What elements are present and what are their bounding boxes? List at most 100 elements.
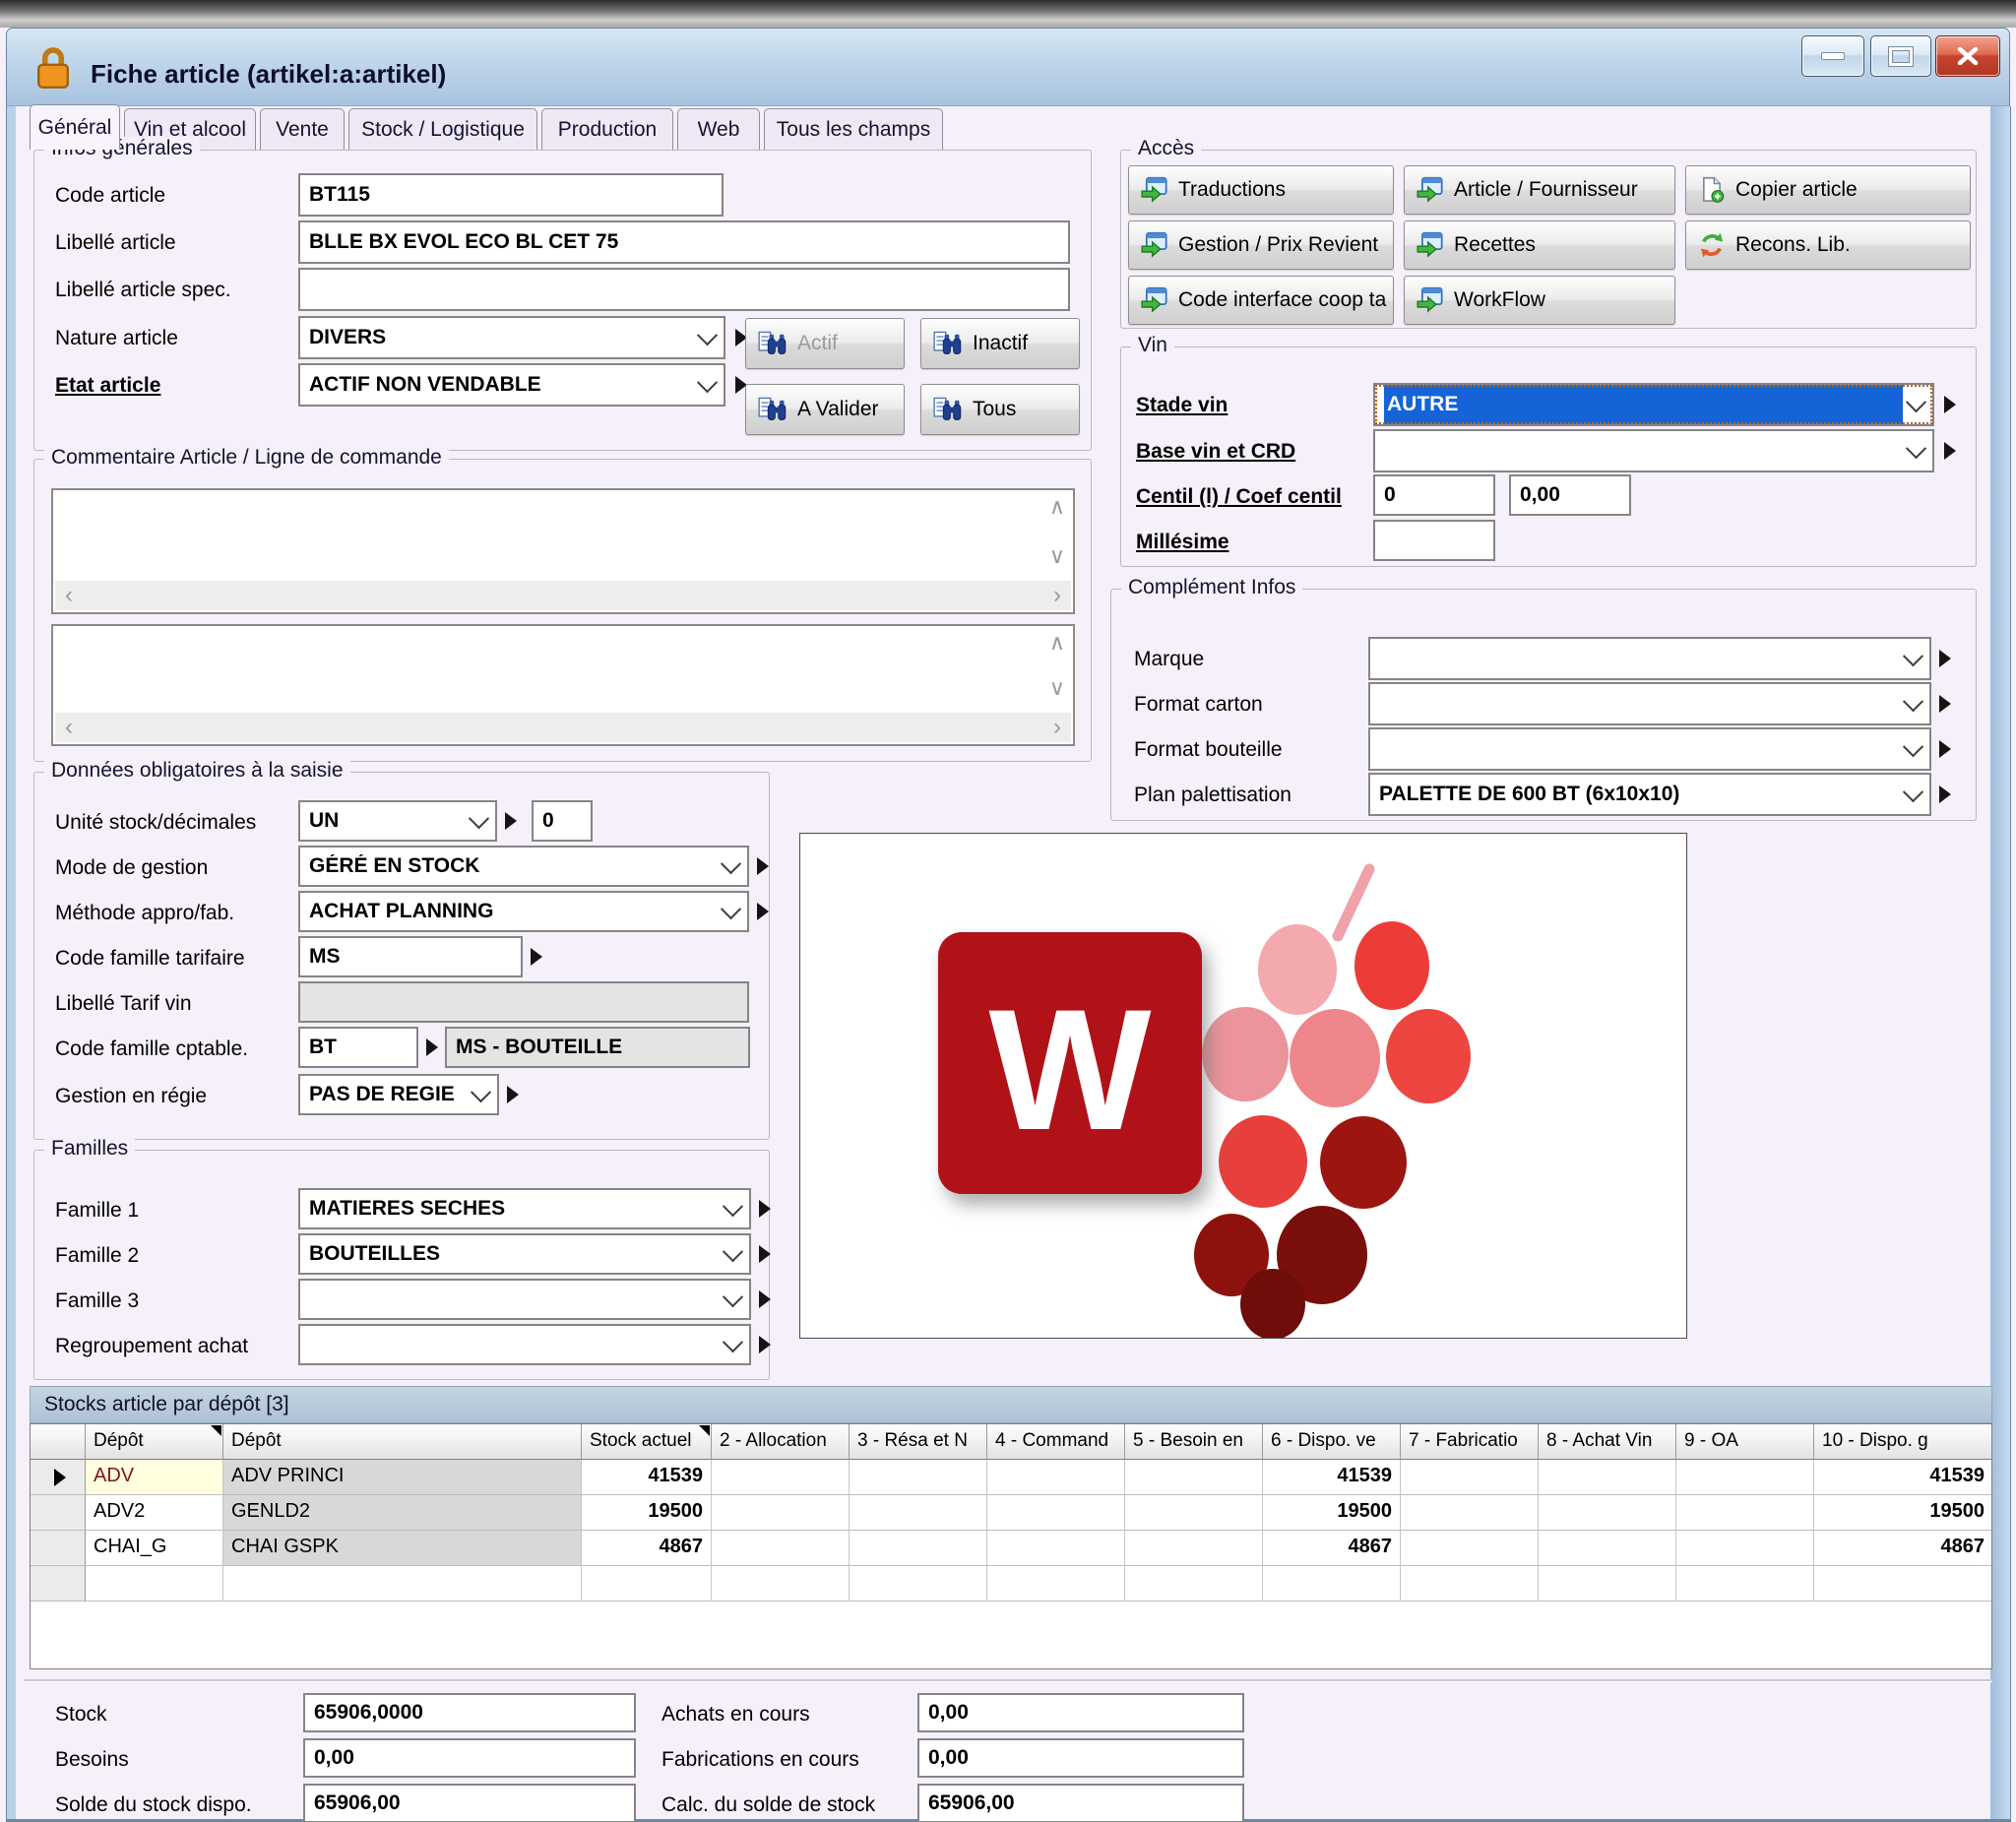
gestion-prix-revient-button[interactable]: Gestion / Prix Revient — [1128, 220, 1394, 270]
header-commande[interactable]: 4 - Command — [987, 1424, 1125, 1460]
code-interface-coop-button[interactable]: Code interface coop ta — [1128, 276, 1394, 325]
header-selector[interactable] — [31, 1424, 86, 1460]
famille1-combo[interactable]: MATIERES SECHES — [298, 1188, 751, 1229]
article-fournisseur-button[interactable]: Article / Fournisseur — [1404, 165, 1675, 215]
libelle-article-spec-field[interactable] — [298, 268, 1070, 311]
mode-gestion-combo[interactable]: GÉRÉ EN STOCK — [298, 846, 749, 887]
header-resa[interactable]: 3 - Résa et N — [850, 1424, 987, 1460]
header-dispo-vente[interactable]: 6 - Dispo. ve — [1263, 1424, 1401, 1460]
header-dispo-global[interactable]: 10 - Dispo. g — [1814, 1424, 1991, 1460]
tab-web[interactable]: Web — [677, 108, 760, 150]
header-depot-code[interactable]: Dépôt — [86, 1424, 223, 1460]
header-stock-actuel[interactable]: Stock actuel — [582, 1424, 712, 1460]
code-famille-tarifaire-field[interactable]: MS — [298, 936, 523, 977]
famille1-lookup-arrow[interactable] — [759, 1200, 771, 1218]
copier-article-button[interactable]: Copier article — [1685, 165, 1971, 215]
filter-a-valider-button[interactable]: A Valider — [745, 384, 905, 435]
mode-gestion-lookup-arrow[interactable] — [757, 857, 769, 875]
marque-combo[interactable] — [1368, 637, 1931, 680]
commentaire-commande-textarea[interactable]: ∧ ∨ ‹ › — [51, 624, 1075, 746]
stade-vin-lookup-arrow[interactable] — [1944, 396, 1956, 413]
tab-production[interactable]: Production — [541, 108, 673, 150]
famille2-combo[interactable]: BOUTEILLES — [298, 1233, 751, 1275]
header-depot-name[interactable]: Dépôt — [223, 1424, 582, 1460]
achats-en-cours-field[interactable]: 0,00 — [917, 1693, 1244, 1732]
libelle-article-field[interactable]: BLLE BX EVOL ECO BL CET 75 — [298, 220, 1070, 264]
header-besoin[interactable]: 5 - Besoin en — [1125, 1424, 1263, 1460]
table-row[interactable] — [31, 1566, 1991, 1602]
fabrications-en-cours-field[interactable]: 0,00 — [917, 1738, 1244, 1778]
scroll-down-icon[interactable]: ∨ — [1049, 677, 1065, 699]
recons-lib-button[interactable]: Recons. Lib. — [1685, 220, 1971, 270]
format-carton-combo[interactable] — [1368, 682, 1931, 725]
traductions-button[interactable]: Traductions — [1128, 165, 1394, 215]
besoins-field[interactable]: 0,00 — [303, 1738, 636, 1778]
recettes-button[interactable]: Recettes — [1404, 220, 1675, 270]
workflow-button[interactable]: WorkFlow — [1404, 276, 1675, 325]
row-selector[interactable] — [31, 1566, 86, 1602]
scroll-up-icon[interactable]: ∧ — [1049, 632, 1065, 654]
stade-vin-combo[interactable]: AUTRE — [1373, 383, 1934, 426]
row-selector[interactable] — [31, 1495, 86, 1531]
base-vin-lookup-arrow[interactable] — [1944, 442, 1956, 460]
scroll-right-icon[interactable]: › — [1053, 582, 1061, 609]
decimales-field[interactable]: 0 — [532, 800, 593, 842]
horizontal-scrollbar[interactable]: ‹ › — [55, 581, 1071, 610]
header-allocation[interactable]: 2 - Allocation — [712, 1424, 850, 1460]
plan-palettisation-combo[interactable]: PALETTE DE 600 BT (6x10x10) — [1368, 773, 1931, 816]
header-achat-vin[interactable]: 8 - Achat Vin — [1539, 1424, 1676, 1460]
unite-stock-combo[interactable]: UN — [298, 800, 497, 842]
tab-tous-les-champs[interactable]: Tous les champs — [764, 108, 943, 150]
table-row[interactable]: ADV2 GENLD2 19500 19500 19500 — [31, 1495, 1991, 1531]
header-fabrication[interactable]: 7 - Fabricatio — [1401, 1424, 1539, 1460]
horizontal-scrollbar[interactable]: ‹ › — [55, 713, 1071, 742]
regroupement-achat-combo[interactable] — [298, 1324, 751, 1365]
code-famille-cptable-field[interactable]: BT — [298, 1027, 418, 1068]
maximize-button[interactable] — [1870, 35, 1931, 77]
minimize-button[interactable] — [1801, 35, 1864, 77]
filter-tous-button[interactable]: Tous — [920, 384, 1080, 435]
format-carton-lookup-arrow[interactable] — [1939, 695, 1951, 713]
row-selector[interactable] — [31, 1460, 86, 1495]
table-row[interactable]: CHAI_G CHAI GSPK 4867 4867 4867 — [31, 1531, 1991, 1566]
solde-stock-dispo-field[interactable]: 65906,00 — [303, 1784, 636, 1822]
tab-vente[interactable]: Vente — [260, 108, 345, 150]
famille2-lookup-arrow[interactable] — [759, 1245, 771, 1263]
famille3-combo[interactable] — [298, 1279, 751, 1320]
tab-stock-logistique[interactable]: Stock / Logistique — [348, 108, 537, 150]
row-selector[interactable] — [31, 1531, 86, 1566]
scroll-left-icon[interactable]: ‹ — [65, 714, 73, 741]
scroll-right-icon[interactable]: › — [1053, 714, 1061, 741]
regroupement-achat-lookup-arrow[interactable] — [759, 1336, 771, 1353]
etat-article-combo[interactable]: ACTIF NON VENDABLE — [298, 363, 725, 407]
close-button[interactable] — [1935, 35, 2000, 77]
gestion-regie-combo[interactable]: PAS DE REGIE — [298, 1074, 499, 1115]
filter-actif-button[interactable]: Actif — [745, 318, 905, 369]
famille3-lookup-arrow[interactable] — [759, 1290, 771, 1308]
millesime-field[interactable] — [1373, 520, 1495, 561]
header-oa[interactable]: 9 - OA — [1676, 1424, 1814, 1460]
commentaire-article-textarea[interactable]: ∧ ∨ ‹ › — [51, 488, 1075, 614]
stock-field[interactable]: 65906,0000 — [303, 1693, 636, 1732]
marque-lookup-arrow[interactable] — [1939, 650, 1951, 667]
gestion-regie-lookup-arrow[interactable] — [507, 1086, 519, 1103]
code-article-field[interactable]: BT115 — [298, 173, 724, 217]
scroll-left-icon[interactable]: ‹ — [65, 582, 73, 609]
coef-centil-field[interactable]: 0,00 — [1509, 474, 1631, 516]
base-vin-combo[interactable] — [1373, 429, 1934, 472]
table-row[interactable]: ADV ADV PRINCI 41539 41539 41539 — [31, 1460, 1991, 1495]
stocks-table[interactable]: Dépôt Dépôt Stock actuel 2 - Allocation … — [30, 1423, 1992, 1669]
code-famille-cptable-lookup-arrow[interactable] — [426, 1038, 438, 1056]
format-bouteille-lookup-arrow[interactable] — [1939, 740, 1951, 758]
scroll-up-icon[interactable]: ∧ — [1049, 496, 1065, 518]
unite-stock-lookup-arrow[interactable] — [505, 812, 517, 830]
calc-solde-stock-field[interactable]: 65906,00 — [917, 1784, 1244, 1822]
scroll-down-icon[interactable]: ∨ — [1049, 545, 1065, 567]
filter-inactif-button[interactable]: Inactif — [920, 318, 1080, 369]
plan-palettisation-lookup-arrow[interactable] — [1939, 785, 1951, 803]
format-bouteille-combo[interactable] — [1368, 727, 1931, 771]
centil-field[interactable]: 0 — [1373, 474, 1495, 516]
nature-article-combo[interactable]: DIVERS — [298, 316, 725, 359]
tab-general[interactable]: Général — [30, 104, 120, 150]
methode-appro-combo[interactable]: ACHAT PLANNING — [298, 891, 749, 932]
